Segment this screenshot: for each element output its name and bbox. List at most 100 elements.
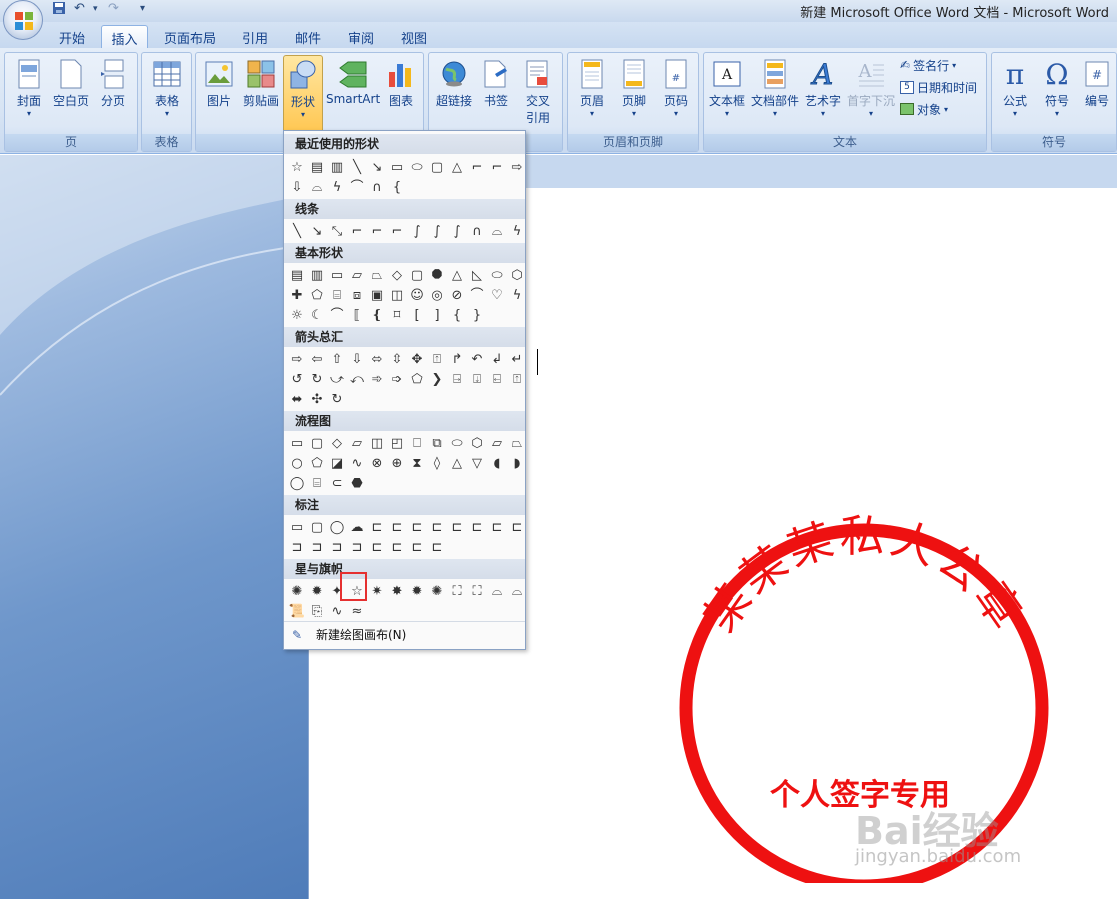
star-shape-icon[interactable]: ☆ (287, 157, 307, 177)
curved-right-arrow-icon[interactable]: ↺ (287, 369, 307, 389)
line-callout-8-icon[interactable]: ⊏ (507, 517, 527, 537)
up-down-arrow-icon[interactable]: ⇳ (387, 349, 407, 369)
save-icon[interactable] (52, 1, 66, 19)
rounded-rect-icon[interactable]: ▢ (427, 157, 447, 177)
sort-icon[interactable]: ◊ (427, 453, 447, 473)
donut-icon[interactable]: ◎ (427, 285, 447, 305)
display-icon[interactable]: ⬣ (347, 473, 367, 493)
line-callout-4-icon[interactable]: ⊏ (427, 517, 447, 537)
freeform-line-icon[interactable]: ⌓ (487, 221, 507, 241)
bent-up-arrow-icon[interactable]: ↵ (507, 349, 527, 369)
freeform-shape-icon[interactable]: ⌓ (307, 177, 327, 197)
elbow-double-arrow-icon[interactable]: ⌐ (387, 221, 407, 241)
sixteen-point-star-icon[interactable]: ✸ (387, 581, 407, 601)
left-arrow-icon[interactable]: ⇦ (307, 349, 327, 369)
cover-page-button[interactable]: 封面 ▾ (9, 55, 49, 133)
quad-arrow-callout-icon[interactable]: ✣ (307, 389, 327, 409)
up-ribbon-icon[interactable]: ⛶ (447, 581, 467, 601)
line-icon[interactable]: ╲ (287, 221, 307, 241)
left-bracket-icon[interactable]: [ (407, 305, 427, 325)
footer-button[interactable]: 页脚 ▾ (614, 55, 654, 133)
vertical-scroll-icon[interactable]: 📜 (287, 601, 307, 621)
tab-view[interactable]: 视图 (393, 25, 435, 48)
delay-icon[interactable]: ◗ (507, 453, 527, 473)
punched-tape-icon[interactable]: ∿ (347, 453, 367, 473)
wave-icon[interactable]: ∿ (327, 601, 347, 621)
symbol-button[interactable]: Ω 符号 ▾ (1037, 55, 1077, 133)
heart-icon[interactable]: ♡ (487, 285, 507, 305)
folded-corner-icon[interactable]: ◫ (387, 285, 407, 305)
cube-icon[interactable]: ⧈ (347, 285, 367, 305)
no-symbol-icon[interactable]: ⊘ (447, 285, 467, 305)
oval-callout-icon[interactable]: ◯ (327, 517, 347, 537)
alt-process-icon[interactable]: ▢ (307, 433, 327, 453)
left-up-arrow-icon[interactable]: ↲ (487, 349, 507, 369)
cloud-callout-icon[interactable]: ☁ (347, 517, 367, 537)
tab-review[interactable]: 审阅 (340, 25, 382, 48)
object-button[interactable]: 对象 ▾ (900, 99, 948, 119)
arc-icon[interactable]: ∩ (367, 177, 387, 197)
line-callout-5-icon[interactable]: ⊏ (447, 517, 467, 537)
elbow-arrow-icon[interactable]: ⌐ (487, 157, 507, 177)
picture-button[interactable]: 图片 (200, 55, 238, 133)
curved-down-arrow-icon[interactable]: ⤺ (347, 369, 367, 389)
elbow-arrow-connector-icon[interactable]: ⌐ (367, 221, 387, 241)
curved-connector-icon[interactable]: ∫ (407, 221, 427, 241)
manual-operation-icon[interactable]: ⏢ (507, 433, 527, 453)
rectangle-shape-icon[interactable]: ▭ (387, 157, 407, 177)
line-callout-7-icon[interactable]: ⊏ (487, 517, 507, 537)
right-brace-icon[interactable]: } (467, 305, 487, 325)
bookmark-button[interactable]: 书签 (478, 55, 514, 133)
left-brace-icon[interactable]: { (447, 305, 467, 325)
eight-point-star-icon[interactable]: ✷ (367, 581, 387, 601)
document-icon[interactable]: ⎕ (407, 433, 427, 453)
down-arrow-shape-icon[interactable]: ⇩ (287, 177, 307, 197)
predefined-process-icon[interactable]: ◫ (367, 433, 387, 453)
border-callout-4-icon[interactable]: ⊏ (427, 537, 447, 557)
striped-right-arrow-icon[interactable]: ➾ (367, 369, 387, 389)
line-arrow-icon[interactable]: ↘ (307, 221, 327, 241)
twentyfour-point-star-icon[interactable]: ✹ (407, 581, 427, 601)
up-arrow-icon[interactable]: ⇧ (327, 349, 347, 369)
curved-up-arrow-icon[interactable]: ⤻ (327, 369, 347, 389)
circular-arrow-icon[interactable]: ↻ (327, 389, 347, 409)
magnetic-disk-icon[interactable]: ⌸ (307, 473, 327, 493)
octagon-icon[interactable]: ⯃ (427, 265, 447, 285)
rectangle-icon[interactable]: ▭ (327, 265, 347, 285)
triangle-icon[interactable]: △ (447, 265, 467, 285)
curve-icon[interactable]: ⌒ (347, 177, 367, 197)
thirtytwo-point-star-icon[interactable]: ✺ (427, 581, 447, 601)
double-wave-icon[interactable]: ≈ (347, 601, 367, 621)
textbox-button[interactable]: A 文本框 ▾ (708, 55, 746, 133)
u-turn-arrow-icon[interactable]: ↶ (467, 349, 487, 369)
curved-double-arrow-icon[interactable]: ∫ (447, 221, 467, 241)
right-triangle-icon[interactable]: ◺ (467, 265, 487, 285)
rect-callout-icon[interactable]: ▭ (287, 517, 307, 537)
lightning-icon[interactable]: ϟ (507, 285, 527, 305)
dropcap-button[interactable]: A 首字下沉 ▾ (845, 55, 897, 133)
wordart-button[interactable]: A 艺术字 ▾ (803, 55, 843, 133)
explosion-2-icon[interactable]: ✹ (307, 581, 327, 601)
double-bracket-icon[interactable]: ⟦ (347, 305, 367, 325)
accent-callout-4-icon[interactable]: ⊐ (347, 537, 367, 557)
can-icon[interactable]: ⌸ (327, 285, 347, 305)
stored-data-icon[interactable]: ◖ (487, 453, 507, 473)
right-arrow-icon[interactable]: ⇨ (287, 349, 307, 369)
left-right-arrow-callout-icon[interactable]: ⬌ (287, 389, 307, 409)
vertical-text-icon[interactable]: ▥ (307, 265, 327, 285)
trapezoid-icon[interactable]: ⏢ (367, 265, 387, 285)
blank-page-button[interactable]: 空白页 (51, 55, 91, 133)
page-break-button[interactable]: 分页 (93, 55, 133, 133)
collate-icon[interactable]: ⧗ (407, 453, 427, 473)
double-brace-icon[interactable]: ❴ (367, 305, 387, 325)
manual-input-icon[interactable]: ⏥ (487, 433, 507, 453)
border-callout-2-icon[interactable]: ⊏ (387, 537, 407, 557)
undo-button[interactable]: ↶ (74, 1, 85, 19)
right-arrow-shape-icon[interactable]: ⇨ (507, 157, 527, 177)
cross-icon[interactable]: ✚ (287, 285, 307, 305)
diamond-icon[interactable]: ◇ (387, 265, 407, 285)
explosion-1-icon[interactable]: ✺ (287, 581, 307, 601)
merge-icon[interactable]: ▽ (467, 453, 487, 473)
curve-line-icon[interactable]: ∩ (467, 221, 487, 241)
rounded-callout-icon[interactable]: ▢ (307, 517, 327, 537)
